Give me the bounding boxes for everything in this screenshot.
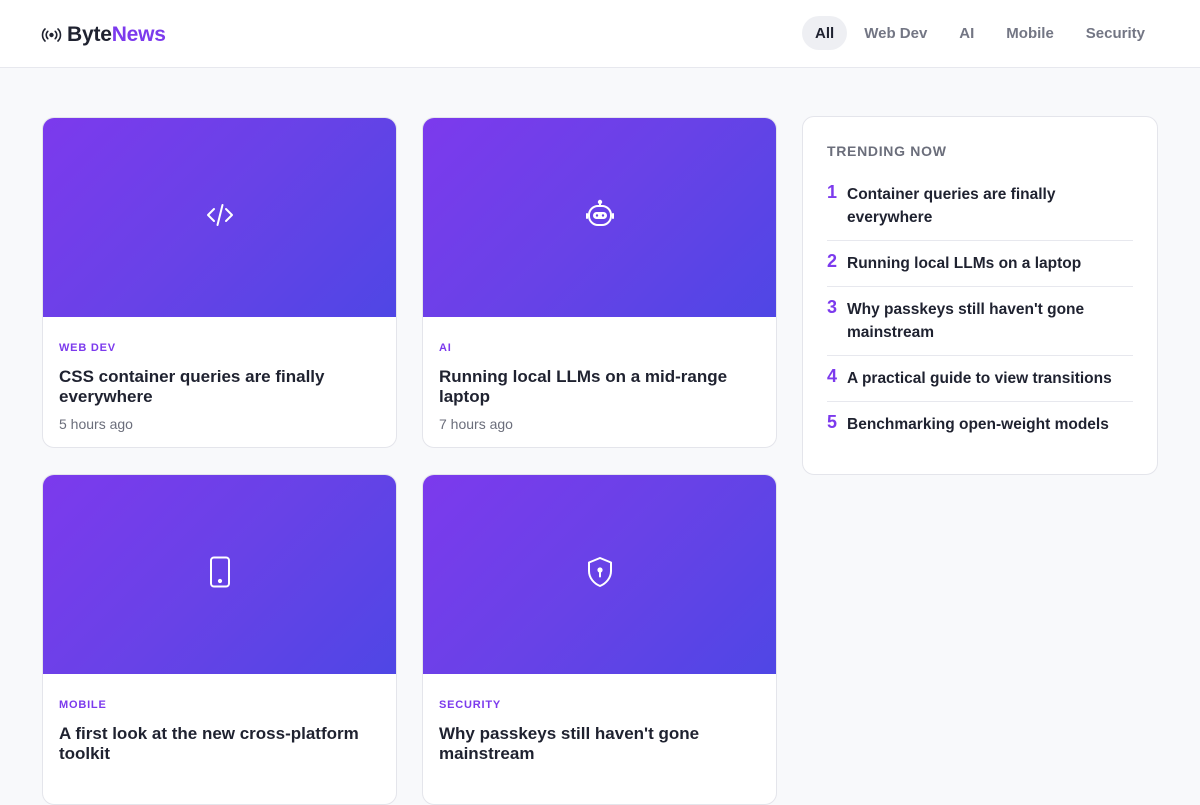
article-thumbnail <box>43 118 396 317</box>
trending-title[interactable]: Benchmarking open-weight models <box>847 413 1109 436</box>
trending-panel: Trending now 1 Container queries are fin… <box>802 116 1158 475</box>
trending-item[interactable]: 1 Container queries are finally everywhe… <box>827 172 1133 241</box>
broadcast-icon <box>41 28 62 42</box>
article-category: Security <box>439 699 502 711</box>
article-thumbnail <box>423 475 776 674</box>
top-bar: ByteNews All Web Dev AI Mobile Security <box>0 0 1200 68</box>
trending-rank: 5 <box>827 412 838 432</box>
trending-title[interactable]: A practical guide to view transitions <box>847 367 1112 390</box>
trending-rank: 2 <box>827 251 838 271</box>
trending-heading: Trending now <box>827 143 947 159</box>
article-card-security[interactable]: Security Why passkeys still haven't gone… <box>422 474 777 805</box>
nav-tab-all[interactable]: All <box>802 16 848 50</box>
article-card-ai[interactable]: AI Running local LLMs on a mid-range lap… <box>422 117 777 448</box>
article-category: AI <box>439 342 452 354</box>
smartphone-icon <box>208 556 232 593</box>
trending-item[interactable]: 2 Running local LLMs on a laptop <box>827 241 1133 287</box>
article-category: Web Dev <box>59 342 116 354</box>
article-card-web-dev[interactable]: Web Dev CSS container queries are finall… <box>42 117 397 448</box>
article-thumbnail <box>423 118 776 317</box>
article-title[interactable]: Why passkeys still haven't gone mainstre… <box>439 724 760 764</box>
nav-tab-mobile[interactable]: Mobile <box>991 16 1069 50</box>
article-category: Mobile <box>59 699 107 711</box>
shield-lock-icon <box>585 556 615 593</box>
article-timestamp: 5 hours ago <box>59 416 133 432</box>
category-nav: All Web Dev AI Mobile Security <box>802 16 1160 50</box>
trending-rank: 1 <box>827 182 838 202</box>
nav-tab-ai[interactable]: AI <box>944 16 989 50</box>
article-timestamp: 7 hours ago <box>439 416 513 432</box>
article-card-mobile[interactable]: Mobile A first look at the new cross-pla… <box>42 474 397 805</box>
article-thumbnail <box>43 475 396 674</box>
brand-logo[interactable]: ByteNews <box>41 21 166 49</box>
trending-item[interactable]: 4 A practical guide to view transitions <box>827 356 1133 402</box>
trending-title[interactable]: Why passkeys still haven't gone mainstre… <box>847 298 1133 344</box>
robot-icon <box>584 199 616 236</box>
trending-item[interactable]: 5 Benchmarking open-weight models <box>827 402 1133 447</box>
nav-tab-security[interactable]: Security <box>1071 16 1160 50</box>
article-title[interactable]: A first look at the new cross-platform t… <box>59 724 380 764</box>
trending-rank: 3 <box>827 297 838 317</box>
trending-list: 1 Container queries are finally everywhe… <box>827 172 1133 447</box>
article-title[interactable]: Running local LLMs on a mid-range laptop <box>439 367 760 407</box>
article-title[interactable]: CSS container queries are finally everyw… <box>59 367 380 407</box>
trending-item[interactable]: 3 Why passkeys still haven't gone mainst… <box>827 287 1133 356</box>
trending-title[interactable]: Container queries are finally everywhere <box>847 183 1133 229</box>
nav-tab-web-dev[interactable]: Web Dev <box>849 16 942 50</box>
trending-rank: 4 <box>827 366 838 386</box>
code-icon <box>205 200 235 235</box>
brand-name: ByteNews <box>67 23 166 46</box>
trending-title[interactable]: Running local LLMs on a laptop <box>847 252 1081 275</box>
